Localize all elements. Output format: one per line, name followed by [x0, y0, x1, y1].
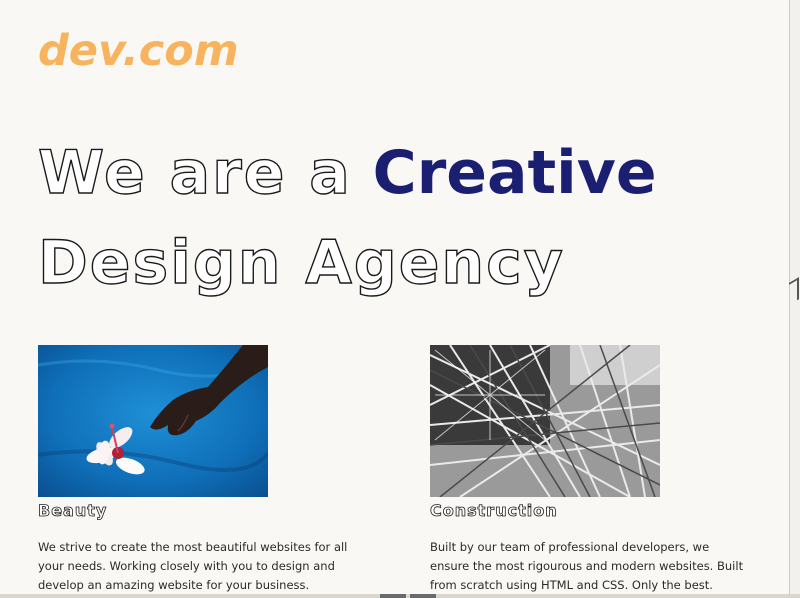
hero-accent-word: Creative: [372, 138, 657, 208]
card-title-beauty: Beauty: [38, 501, 108, 521]
page: dev.com We are a Creative Design Agency: [0, 0, 800, 598]
card-text-construction: Built by our team of professional develo…: [430, 540, 744, 592]
resize-handle-icon[interactable]: [789, 277, 799, 305]
hero-line1-outline: We are a: [37, 137, 352, 208]
hero-heading: We are a Creative Design Agency: [37, 128, 657, 308]
card-construction: Construction Built by our team of profes…: [430, 345, 790, 595]
site-logo[interactable]: dev.com: [38, 26, 239, 76]
window-right-edge: [789, 0, 800, 598]
card-text-beauty: We strive to create the most beautiful w…: [38, 540, 348, 592]
flower-in-water-image: [38, 345, 268, 497]
hero-line2-outline: Design Agency: [37, 227, 565, 298]
bottom-mark-left: [380, 594, 406, 598]
bottom-mark-right: [410, 594, 436, 598]
card-title-construction: Construction: [430, 501, 558, 521]
card-beauty: Beauty We strive to create the most beau…: [38, 345, 398, 595]
steel-structure-image: [430, 345, 660, 497]
